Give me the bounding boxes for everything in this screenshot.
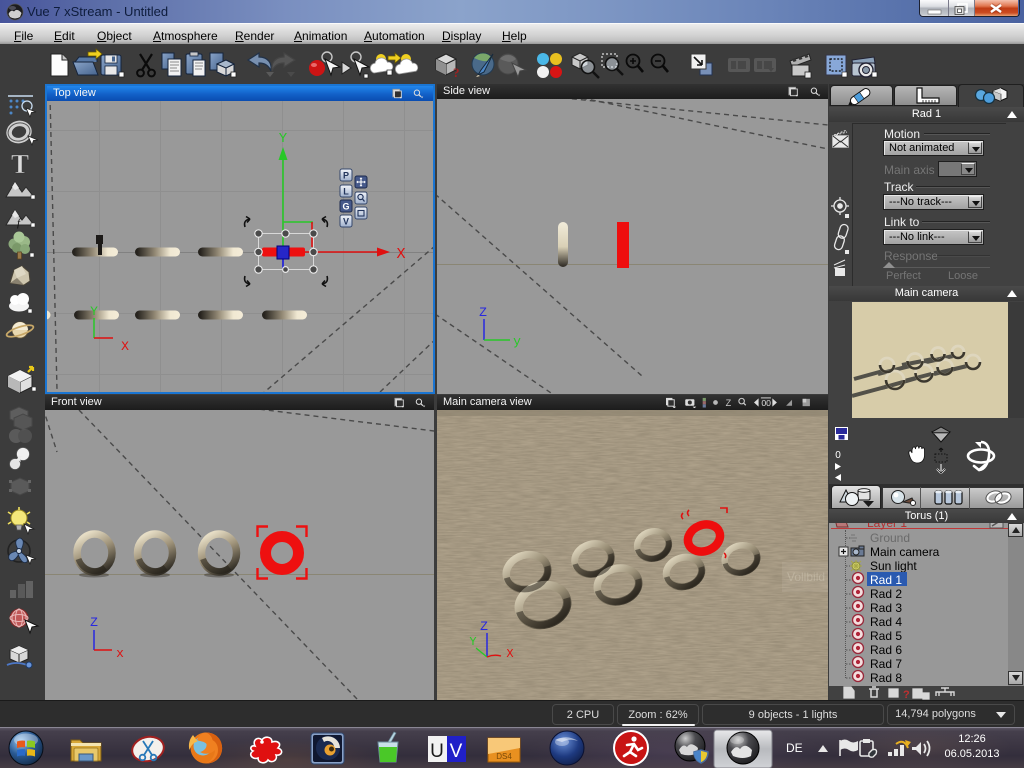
svg-text:G: G <box>342 202 349 212</box>
svg-text:?: ? <box>903 689 910 700</box>
svg-text:?: ? <box>453 65 460 80</box>
svg-text:Y: Y <box>279 131 288 147</box>
svg-text:0: 0 <box>835 450 841 461</box>
svg-text:Y: Y <box>469 635 476 649</box>
svg-text:L: L <box>343 187 349 197</box>
svg-text:P: P <box>343 171 349 181</box>
svg-text:Z: Z <box>479 305 487 320</box>
svg-text:y: y <box>513 334 521 349</box>
svg-text:Vollbild: Vollbild <box>787 570 825 584</box>
svg-text:X: X <box>506 647 513 661</box>
svg-text:X: X <box>396 246 405 263</box>
svg-text:x: x <box>116 646 124 661</box>
svg-text:X: X <box>121 339 129 354</box>
svg-text:Y: Y <box>90 304 98 319</box>
svg-text:V: V <box>343 217 349 227</box>
svg-text:Z: Z <box>480 619 488 634</box>
svg-text:DS4: DS4 <box>496 752 512 761</box>
svg-text:00: 00 <box>761 398 771 408</box>
svg-text:V: V <box>450 741 463 762</box>
svg-text:Z: Z <box>90 615 98 630</box>
svg-text:U: U <box>430 741 444 762</box>
svg-text:T: T <box>11 149 29 179</box>
svg-text:Z: Z <box>726 398 732 408</box>
